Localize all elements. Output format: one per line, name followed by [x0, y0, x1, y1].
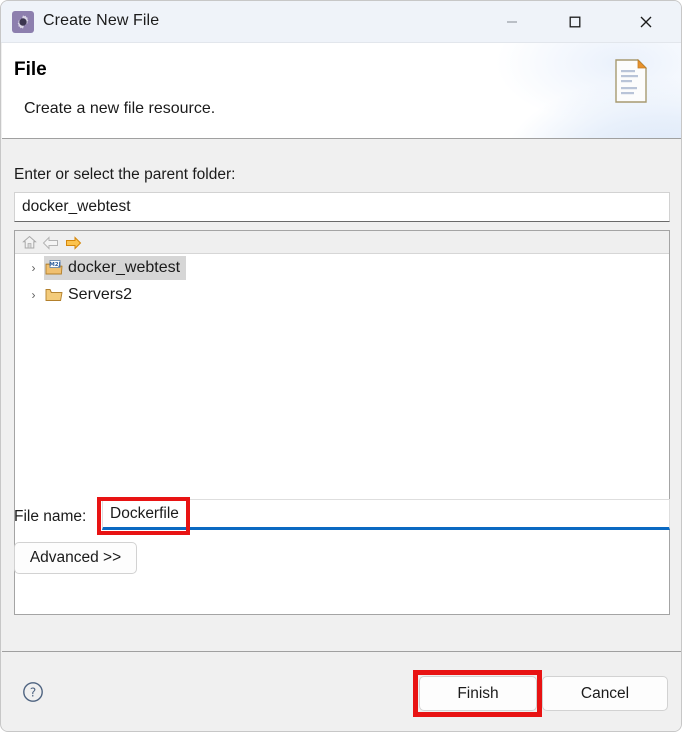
back-arrow-icon[interactable]: [40, 233, 60, 252]
window-title: Create New File: [43, 12, 160, 29]
forward-arrow-icon[interactable]: [63, 233, 83, 252]
tree-toolbar: [15, 231, 669, 254]
tree-item-servers2[interactable]: › Servers2: [15, 281, 669, 308]
maximize-button[interactable]: [552, 1, 598, 43]
advanced-button[interactable]: Advanced >>: [14, 542, 137, 574]
home-icon[interactable]: [19, 233, 39, 252]
page-description: Create a new file resource.: [24, 100, 216, 117]
maven-project-folder-icon: M2J: [44, 259, 64, 276]
create-new-file-dialog: Create New File File Create a new file r…: [0, 0, 682, 732]
svg-text:M2J: M2J: [49, 262, 61, 268]
dialog-body: Enter or select the parent folder: docke…: [2, 139, 681, 651]
expand-arrow-icon[interactable]: ›: [27, 262, 40, 274]
parent-folder-label: Enter or select the parent folder:: [14, 166, 236, 183]
file-name-label: File name:: [14, 508, 87, 525]
close-button[interactable]: [623, 1, 669, 43]
wizard-gear-icon: [12, 11, 34, 33]
tree-item-label: docker_webtest: [68, 258, 181, 276]
svg-text:?: ?: [30, 685, 36, 699]
minimize-button[interactable]: [489, 1, 535, 43]
dialog-footer: ? Finish Cancel: [2, 652, 681, 731]
finish-button[interactable]: Finish: [419, 676, 537, 711]
help-icon[interactable]: ?: [21, 680, 45, 704]
page-title: File: [14, 59, 47, 80]
wizard-header: File Create a new file resource.: [2, 43, 681, 139]
tree-item-docker-webtest[interactable]: › M2J docker_webtest: [15, 254, 669, 281]
cancel-button[interactable]: Cancel: [542, 676, 668, 711]
folder-icon: [44, 286, 64, 303]
parent-folder-input[interactable]: [14, 192, 670, 222]
expand-arrow-icon[interactable]: ›: [27, 289, 40, 301]
new-file-document-icon: [614, 59, 648, 103]
file-name-input[interactable]: [102, 499, 670, 530]
tree-item-label: Servers2: [68, 285, 133, 303]
title-bar: Create New File: [1, 1, 681, 43]
